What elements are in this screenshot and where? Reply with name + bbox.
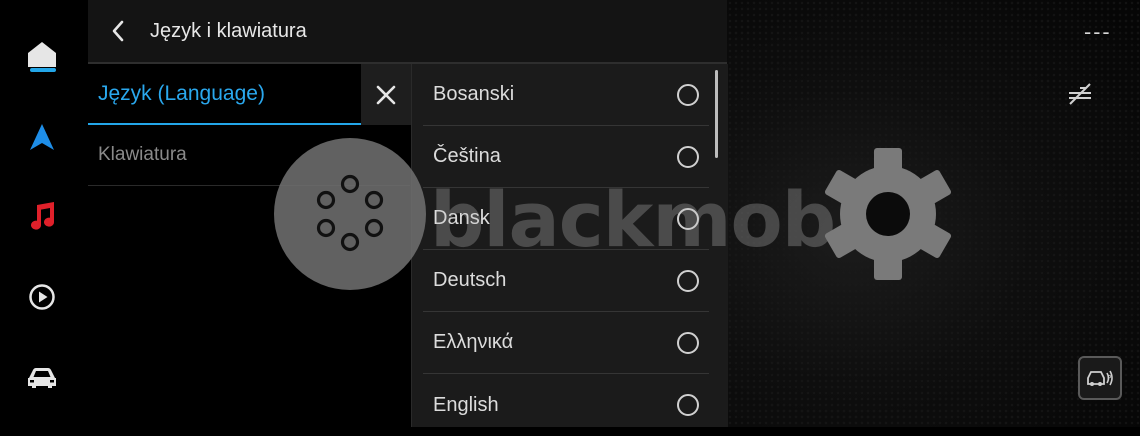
language-label: Čeština	[433, 145, 501, 167]
scrollbar[interactable]	[715, 70, 718, 158]
svg-text:P: P	[1107, 374, 1111, 382]
settings-gear-icon	[824, 148, 952, 280]
music-button[interactable]	[20, 194, 64, 238]
car-icon	[28, 368, 56, 388]
menu-item-label: Język (Language)	[98, 81, 265, 105]
back-chevron-icon	[112, 20, 124, 42]
menu-item-label: Klawiatura	[98, 144, 187, 165]
close-button[interactable]	[361, 64, 411, 125]
settings-gear	[818, 148, 958, 285]
home-icon	[28, 42, 56, 67]
left-rail	[0, 0, 88, 427]
cruise-control-indicator	[1066, 80, 1094, 111]
radio-button[interactable]	[677, 394, 699, 416]
language-label: Ελληνικά	[433, 331, 514, 353]
loading-spinner-icon	[316, 174, 384, 252]
navigation-icon	[30, 124, 54, 150]
home-active-indicator	[30, 68, 56, 72]
close-icon	[376, 85, 396, 104]
music-icon	[31, 202, 55, 230]
navigation-button[interactable]	[20, 115, 64, 159]
radio-button[interactable]	[677, 331, 699, 354]
park-assist-icon: P	[1087, 370, 1113, 386]
cruise-control-off-icon	[1069, 83, 1091, 105]
language-label: Bosanski	[433, 83, 515, 105]
media-button[interactable]	[20, 275, 64, 319]
page-header: Język i klawiatura	[88, 0, 727, 64]
language-option-bosanski[interactable]: Bosanski	[423, 64, 709, 126]
radio-button[interactable]	[677, 83, 699, 106]
park-assist-button[interactable]: P	[1078, 356, 1122, 400]
radio-button[interactable]	[677, 145, 699, 168]
status-readout: ---	[1084, 20, 1112, 44]
loading-spinner	[274, 138, 426, 290]
radio-button[interactable]	[677, 269, 699, 292]
page-title: Język i klawiatura	[150, 19, 307, 42]
back-button[interactable]	[88, 0, 148, 62]
language-label: Deutsch	[433, 269, 507, 291]
menu-item-language[interactable]: Język (Language)	[88, 64, 361, 125]
vehicle-button[interactable]	[20, 356, 64, 400]
language-label: English	[433, 393, 499, 416]
language-option-greek[interactable]: Ελληνικά	[423, 312, 709, 374]
play-icon	[29, 284, 55, 310]
